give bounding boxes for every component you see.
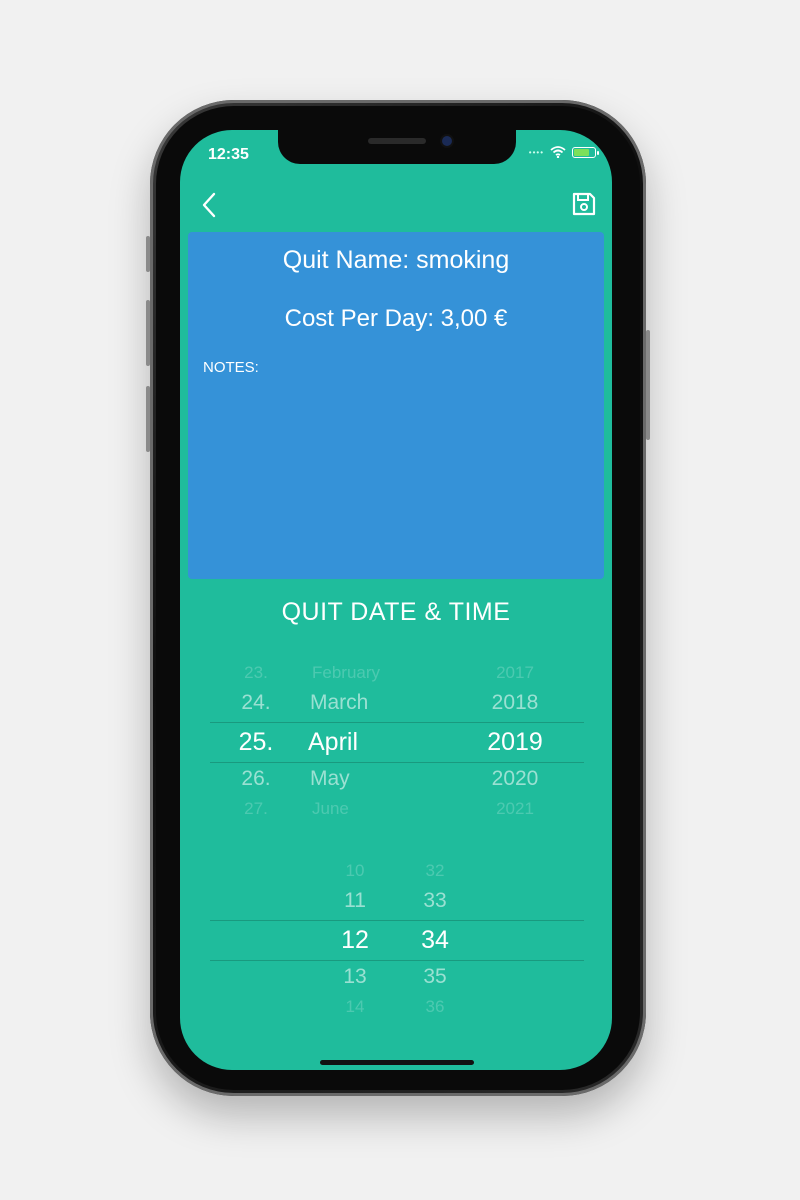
section-title: QUIT DATE & TIME: [281, 598, 511, 626]
picker-cell: 13: [343, 965, 367, 988]
quit-name-text[interactable]: Quit Name: smoking: [188, 246, 604, 275]
picker-selection-line-top: [210, 920, 584, 921]
picker-cell: 23.: [244, 663, 268, 682]
picker-cell-selected: 25.: [238, 728, 274, 756]
picker-cell-selected: April: [308, 728, 359, 756]
picker-column-month[interactable]: February March April May June: [300, 660, 430, 820]
picker-cell: 14: [345, 997, 365, 1016]
quit-info-card: Quit Name: smoking Cost Per Day: 3,00 € …: [188, 232, 604, 579]
silent-switch: [146, 236, 150, 272]
picker-cell: 2017: [496, 663, 534, 682]
picker-cell: February: [312, 663, 381, 682]
cost-per-day-text[interactable]: Cost Per Day: 3,00 €: [188, 305, 604, 333]
picker-cell: 27.: [244, 799, 268, 818]
picker-cell-selected: 34: [421, 926, 449, 954]
picker-cell: June: [312, 799, 349, 818]
signal-dots-icon: ••••: [528, 147, 544, 157]
wifi-icon: [550, 146, 566, 158]
date-picker[interactable]: 23. 24. 25. 26. 27. February March April…: [210, 660, 584, 820]
picker-cell: 26.: [241, 767, 271, 790]
volume-down-button: [146, 386, 150, 452]
picker-cell-selected: 12: [341, 926, 369, 954]
picker-cell: 32: [425, 861, 445, 880]
battery-icon: [572, 146, 599, 158]
picker-cell: 11: [344, 889, 366, 912]
picker-column-hour[interactable]: 10 11 12 13 14: [330, 858, 380, 1018]
picker-column-minute[interactable]: 32 33 34 35 36: [410, 858, 460, 1018]
speaker-grille: [368, 138, 426, 144]
app-screen: 12:35 •••• Quit Name: smoking Cost Per D…: [180, 130, 612, 1070]
status-icons: ••••: [528, 146, 599, 158]
picker-column-year[interactable]: 2017 2018 2019 2020 2021: [470, 660, 560, 820]
front-camera: [442, 136, 452, 146]
floppy-disk-icon[interactable]: [570, 190, 598, 218]
notch: [278, 130, 516, 164]
picker-cell: 24.: [241, 691, 271, 714]
picker-cell: March: [310, 691, 369, 714]
time-picker[interactable]: 10 11 12 13 14 32 33 34 35 36: [210, 858, 584, 1018]
status-time: 12:35: [208, 146, 249, 163]
picker-cell: 2018: [491, 691, 539, 714]
picker-selection-line-bottom: [210, 960, 584, 961]
chevron-left-icon[interactable]: [198, 190, 222, 220]
picker-column-day[interactable]: 23. 24. 25. 26. 27.: [220, 660, 292, 820]
notes-label: NOTES:: [203, 359, 259, 376]
picker-cell: 35: [423, 965, 447, 988]
picker-cell: 36: [425, 997, 445, 1016]
picker-cell: 2021: [496, 799, 534, 818]
volume-up-button: [146, 300, 150, 366]
picker-cell: 10: [345, 861, 365, 880]
home-indicator[interactable]: [320, 1060, 474, 1065]
picker-cell: 33: [423, 889, 447, 912]
picker-cell: May: [310, 767, 350, 790]
power-button: [646, 330, 650, 440]
picker-cell-selected: 2019: [487, 728, 543, 756]
picker-cell: 2020: [491, 767, 539, 790]
